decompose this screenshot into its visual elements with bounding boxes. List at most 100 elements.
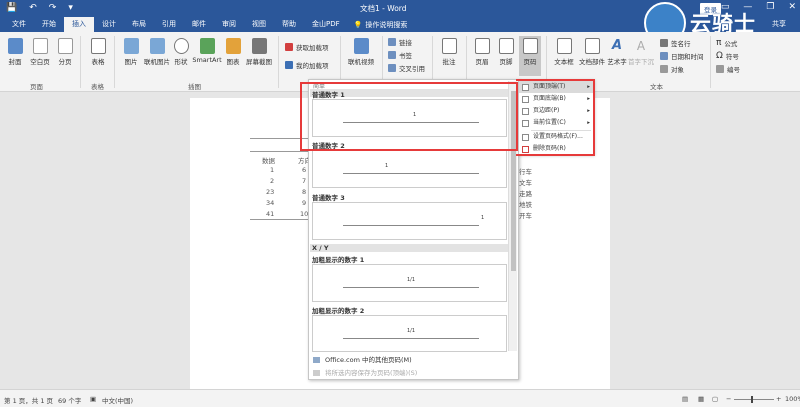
header-icon [474,38,490,54]
tab-file[interactable]: 文件 [4,17,34,32]
table-cell: 6 [302,166,307,174]
language[interactable]: 中文(中国) [102,395,133,405]
group-separator [278,36,279,88]
preview-line [343,287,479,288]
gallery-item-title: 加粗显示的数字 1 [312,256,365,264]
tab-view[interactable]: 视图 [244,17,274,32]
dropcap-button[interactable]: A 首字下沉 [628,38,654,66]
table-button[interactable]: 表格 [88,38,108,66]
customize-qat-icon[interactable]: ▾ [68,3,73,13]
proofing-icon[interactable]: ▣ [90,395,96,403]
numbering-button[interactable]: 编号 [716,64,740,74]
table-icon [90,38,106,54]
comment-button[interactable]: 批注 [438,38,460,66]
symbol-button[interactable]: Ω 符号 [716,51,739,61]
highlight-annotation [516,79,595,156]
more-page-numbers-menu-item[interactable]: Office.com 中的其他页码(M) [309,354,518,366]
chart-button[interactable]: 图表 [224,38,242,66]
highlight-annotation [300,82,518,151]
share-button[interactable]: 共享 [772,19,786,29]
zoom-slider[interactable] [734,399,774,400]
print-layout-icon[interactable]: ▦ [698,395,704,403]
office-icon [313,357,320,363]
gallery-section-band [310,244,508,252]
tab-references[interactable]: 引用 [154,17,184,32]
gallery-item-plain-number-3[interactable]: 1 [312,202,507,240]
page-number-button[interactable]: 页码 [519,36,541,76]
smartart-button[interactable]: SmartArt [192,38,222,64]
gallery-item-bold-number-1[interactable]: 1/1 [312,264,507,302]
online-video-button[interactable]: 联机视频 [346,38,376,66]
page-break-icon [57,38,73,54]
word-count[interactable]: 69 个字 [58,395,81,405]
online-pictures-button[interactable]: 联机图片 [143,38,171,66]
wordart-button[interactable]: A 艺术字 [606,38,628,66]
shapes-button[interactable]: 形状 [172,38,190,66]
cover-page-button[interactable]: 封面 [6,38,24,66]
quick-access-toolbar: 💾 ↶ ↷ ▾ [6,3,73,13]
footer-icon [498,38,514,54]
textbox-icon [556,38,572,54]
footer-button[interactable]: 页脚 [496,38,516,66]
smartart-icon [199,38,215,54]
gallery-item-bold-number-2[interactable]: 1/1 [312,315,507,352]
tab-review[interactable]: 审阅 [214,17,244,32]
bookmark-button[interactable]: 书签 [388,50,412,60]
web-layout-icon[interactable]: ▢ [712,395,718,403]
table-cell: 9 [302,199,307,207]
cross-reference-button[interactable]: 交叉引用 [388,63,425,73]
zoom-out-icon[interactable]: − [726,395,731,403]
table-cell: 行车 [519,168,532,176]
preview-line [343,173,479,174]
screenshot-button[interactable]: 屏幕截图 [244,38,274,66]
pictures-button[interactable]: 图片 [120,38,142,66]
datetime-button[interactable]: 日期和时间 [660,51,704,61]
page-number-icon [522,38,538,54]
page-break-button[interactable]: 分页 [56,38,74,66]
tell-me-search[interactable]: 💡 操作说明搜索 [348,20,408,30]
gallery-item-plain-number-2[interactable]: 1 [312,150,507,188]
textbox-button[interactable]: 文本框 [552,38,576,66]
zoom-level[interactable]: 100% [785,395,800,403]
tab-help[interactable]: 帮助 [274,17,304,32]
my-addins-button[interactable]: 我的加载项 [285,60,329,70]
zoom-in-icon[interactable]: + [776,395,781,403]
group-separator [80,36,81,88]
close-icon[interactable]: ✕ [788,2,796,12]
signature-line-button[interactable]: 签名行 [660,38,691,48]
page-count[interactable]: 第 1 页，共 1 页 [4,395,53,405]
blank-page-button[interactable]: 空白页 [28,38,52,66]
window-title: 文档1 - Word [360,4,407,13]
tab-home[interactable]: 开始 [34,17,64,32]
undo-icon[interactable]: ↶ [29,3,37,13]
tab-design[interactable]: 设计 [94,17,124,32]
save-selection-menu-item[interactable]: 将所选内容保存为页码(顶端)(S) [309,367,518,379]
object-icon [660,65,668,73]
equation-button[interactable]: π 公式 [716,38,737,48]
chart-icon [225,38,241,54]
tell-me-label: 操作说明搜索 [365,20,408,29]
table-cell: 开车 [519,212,532,220]
get-addins-button[interactable]: 获取加载项 [285,42,329,52]
tab-mailings[interactable]: 邮件 [184,17,214,32]
link-button[interactable]: 链接 [388,37,412,47]
object-button[interactable]: 对象 [660,64,684,74]
table-cell: 文车 [519,179,532,187]
table-cell: 34 [266,199,275,207]
tab-insert[interactable]: 插入 [64,17,94,32]
table-cell: 1 [270,166,275,174]
read-mode-icon[interactable]: ▤ [682,395,688,403]
page-number-preview: 1 [481,215,485,221]
tab-layout[interactable]: 布局 [124,17,154,32]
restore-icon[interactable]: ❐ [766,2,774,12]
save-selection-icon [313,370,320,376]
pi-icon: π [716,38,722,48]
table-header-cell: 数据 [262,157,275,165]
zoom-slider-thumb[interactable] [751,396,753,403]
redo-icon[interactable]: ↷ [49,3,57,13]
header-button[interactable]: 页眉 [472,38,492,66]
quick-parts-button[interactable]: 文档部件 [578,38,606,66]
tab-kingsoft-pdf[interactable]: 金山PDF [304,17,348,32]
signature-icon [660,39,668,47]
save-icon[interactable]: 💾 [6,3,17,13]
